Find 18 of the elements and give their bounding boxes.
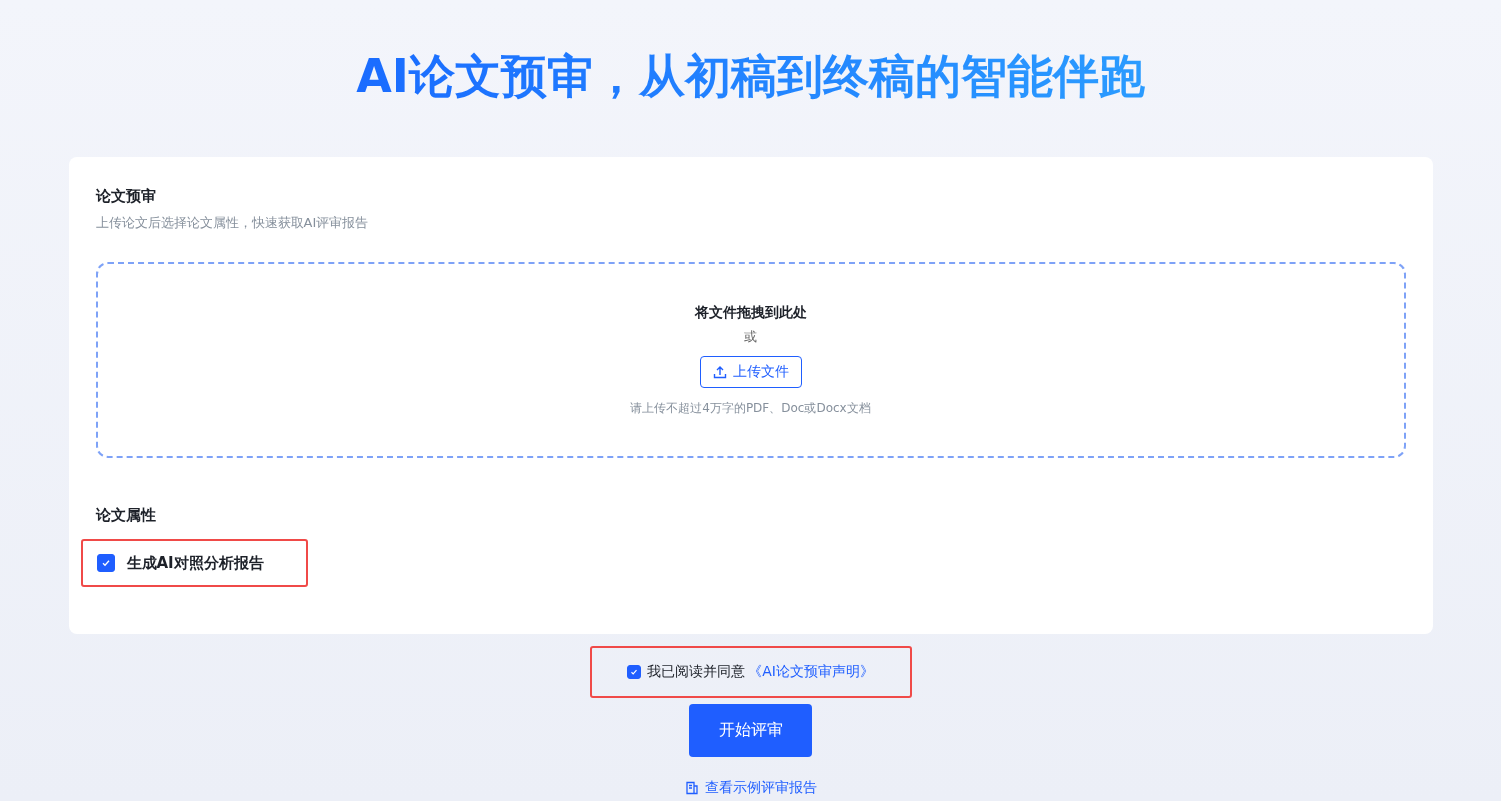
upload-button[interactable]: 上传文件 bbox=[699, 355, 802, 388]
sample-report-link[interactable]: 查看示例评审报告 bbox=[684, 779, 817, 797]
document-icon bbox=[684, 781, 699, 795]
section-title: 论文预审 bbox=[95, 187, 157, 206]
or-text: 或 bbox=[744, 327, 757, 346]
section-subtitle: 上传论文后选择论文属性，快速获取AI评审报告 bbox=[95, 214, 370, 232]
upload-icon bbox=[712, 364, 727, 379]
checkbox[interactable] bbox=[627, 665, 642, 679]
file-dropzone[interactable]: 将文件拖拽到此处 或 上传文件 请上传不超过4万字的PDF、Doc或Docx文档 bbox=[95, 262, 1406, 458]
option-label: 生成AI对照分析报告 bbox=[126, 553, 264, 573]
statement-link[interactable]: 《AI论文预审声明》 bbox=[748, 663, 874, 681]
check-icon bbox=[629, 667, 640, 677]
section-title: 论文属性 bbox=[95, 506, 157, 525]
agreement-text: 我已阅读并同意 bbox=[647, 663, 746, 681]
checkbox[interactable] bbox=[96, 554, 115, 572]
dropzone-title: 将文件拖拽到此处 bbox=[694, 303, 807, 322]
start-review-button[interactable]: 开始评审 bbox=[689, 704, 812, 757]
upload-hint: 请上传不超过4万字的PDF、Doc或Docx文档 bbox=[630, 399, 871, 417]
